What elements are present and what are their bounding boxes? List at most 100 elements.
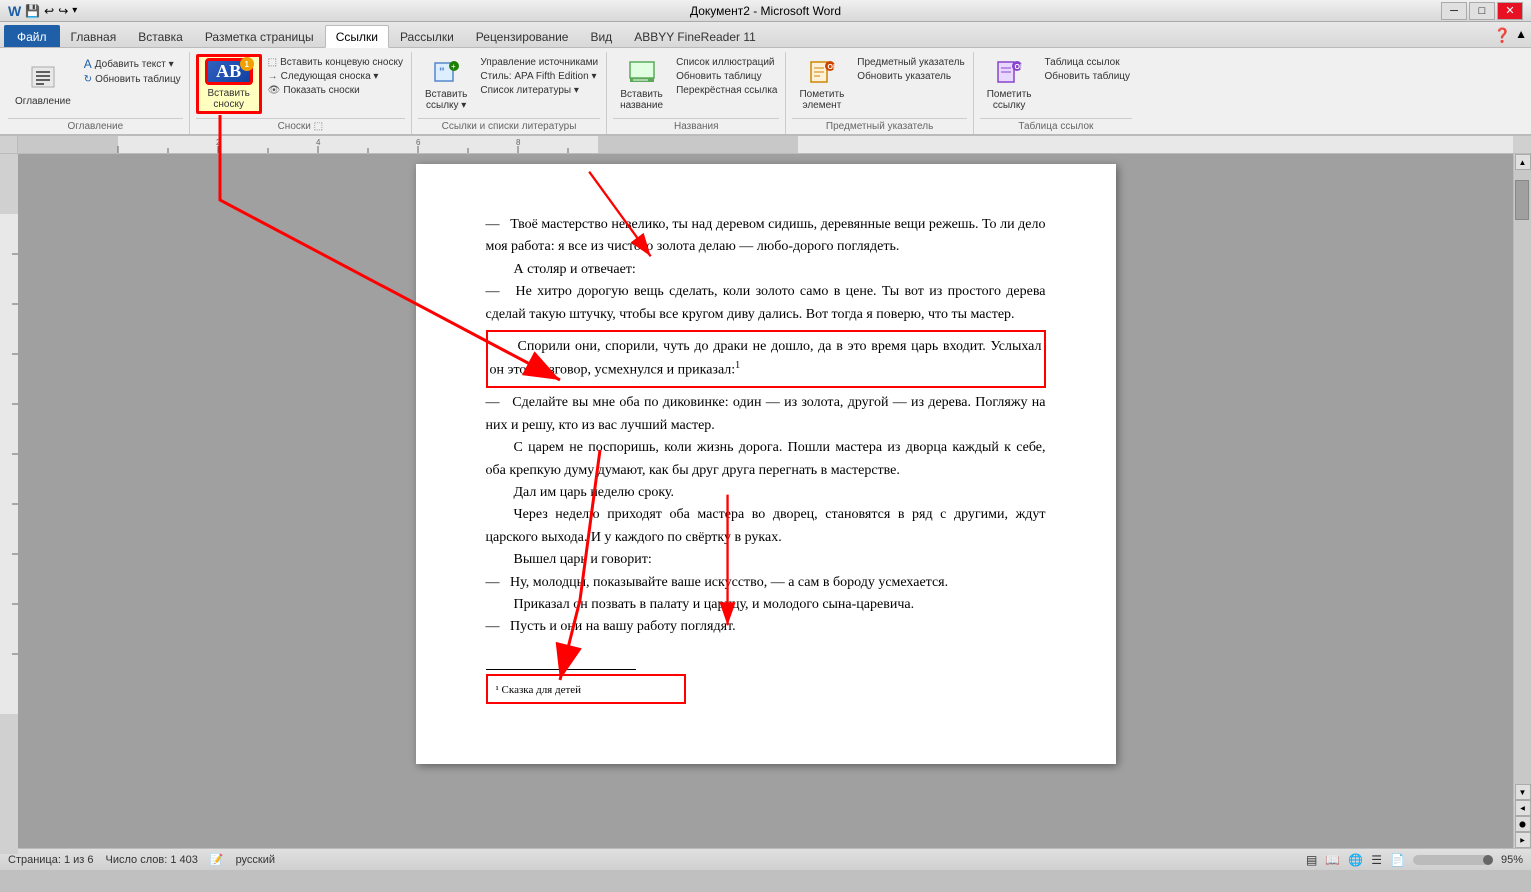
ribbon-group-index: OK Пометитьэлемент Предметный указатель … [788, 52, 973, 134]
qat-save[interactable]: 💾 [25, 4, 40, 18]
insert-citation-label: Вставитьссылку ▾ [425, 89, 467, 111]
paragraph-7: Дал им царь неделю сроку. [486, 482, 1046, 504]
minimize-ribbon-icon[interactable]: ▲ [1515, 27, 1527, 44]
update-index-button[interactable]: Обновить указатель [855, 70, 966, 83]
next-page-button[interactable]: ▶ [1515, 832, 1531, 848]
ruler: 2 4 6 8 [0, 136, 1531, 154]
insert-caption-button[interactable]: Вставитьназвание [613, 54, 670, 114]
mark-entry-button[interactable]: OK Пометитьэлемент [792, 54, 851, 114]
view-reading-icon[interactable]: 📖 [1325, 853, 1340, 867]
captions-group-label: Названия [613, 118, 779, 134]
language-info[interactable]: русский [236, 854, 275, 866]
page-info[interactable]: Страница: 1 из 6 [8, 854, 94, 866]
spell-check-icon[interactable]: 📝 [210, 853, 224, 866]
tab-insert[interactable]: Вставка [127, 25, 194, 47]
insert-footnote-label: Вставитьсноску [207, 88, 249, 110]
scrollbar-thumb[interactable] [1515, 180, 1529, 220]
manage-sources-button[interactable]: Управление источниками [478, 56, 600, 69]
view-outline-icon[interactable]: ☰ [1371, 853, 1382, 867]
update-figures-button[interactable]: Обновить таблицу [674, 70, 779, 83]
insert-citation-button[interactable]: " + Вставитьссылку ▾ [418, 54, 474, 114]
word-count[interactable]: Число слов: 1 403 [106, 854, 198, 866]
view-draft-icon[interactable]: 📄 [1390, 853, 1405, 867]
ribbon-group-captions-content: Вставитьназвание Список иллюстраций Обно… [613, 52, 779, 118]
zoom-slider[interactable] [1413, 855, 1493, 865]
citations-table-button[interactable]: Таблица ссылок [1043, 56, 1133, 69]
svg-text:": " [439, 65, 445, 79]
tab-abbyy[interactable]: ABBYY FineReader 11 [623, 25, 767, 47]
view-normal-icon[interactable]: ▤ [1306, 853, 1317, 867]
help-icon[interactable]: ❓ [1494, 27, 1511, 44]
zoom-thumb[interactable] [1483, 855, 1493, 865]
index-button[interactable]: Предметный указатель [855, 56, 966, 69]
maximize-button[interactable]: □ [1469, 2, 1495, 20]
svg-text:6: 6 [416, 138, 421, 147]
update-table-toc-button[interactable]: ↻ Обновить таблицу [82, 73, 183, 86]
tab-file[interactable]: Файл [4, 25, 60, 47]
scrollbar-track[interactable] [1514, 170, 1531, 784]
paragraph-8: Через неделю приходят оба мастера во дво… [486, 504, 1046, 549]
svg-text:8: 8 [516, 138, 521, 147]
add-text-button[interactable]: A Добавить текст ▾ [82, 56, 183, 72]
close-button[interactable]: ✕ [1497, 2, 1523, 20]
prev-page-button[interactable]: ◀ [1515, 800, 1531, 816]
title-bar-left: W 💾 ↩ ↪ ▾ [8, 3, 77, 19]
highlighted-paragraph: Спорили они, спорили, чуть до драки не д… [486, 330, 1046, 388]
ribbon-group-citations-table: OK Пометитьссылку Таблица ссылок Обновит… [976, 52, 1138, 134]
right-scrollbar: ▲ ▼ ◀ ⬤ ▶ [1513, 154, 1531, 848]
ribbon-body: Оглавление A Добавить текст ▾ ↻ Обновить… [0, 48, 1531, 136]
show-notes-button[interactable]: 👁 Показать сноски [266, 84, 405, 97]
footnote-box: ¹ Сказка для детей [486, 674, 686, 704]
svg-text:2: 2 [216, 138, 221, 147]
citations-group-label: Ссылки и списки литературы [418, 118, 600, 134]
qat-redo[interactable]: ↪ [58, 4, 68, 18]
zoom-level[interactable]: 95% [1501, 854, 1523, 866]
paragraph-5: — Сделайте вы мне оба по диковинке: один… [486, 392, 1046, 437]
mark-entry-icon: OK [806, 57, 838, 86]
add-text-icon: A [84, 57, 92, 71]
qat-undo[interactable]: ↩ [44, 4, 54, 18]
select-browse-button[interactable]: ⬤ [1515, 816, 1531, 832]
update-citations-table-button[interactable]: Обновить таблицу [1043, 70, 1133, 83]
footnote-separator [486, 669, 636, 670]
ruler-side-left [0, 136, 18, 153]
cross-reference-button[interactable]: Перекрёстная ссылка [674, 84, 779, 97]
next-footnote-button[interactable]: → Следующая сноска ▾ [266, 70, 405, 83]
scroll-down-button[interactable]: ▼ [1515, 784, 1531, 800]
ruler-main: 2 4 6 8 [18, 136, 1513, 153]
toc-button[interactable]: Оглавление [8, 54, 78, 114]
index-group-label: Предметный указатель [792, 118, 966, 134]
paragraph-11: Приказал он позвать в палату и царицу, и… [486, 594, 1046, 616]
qat-dropdown[interactable]: ▾ [72, 5, 77, 16]
left-ruler [0, 154, 18, 848]
style-dropdown-button[interactable]: Стиль: APA Fifth Edition ▾ [478, 70, 600, 83]
title-bar-controls: ─ □ ✕ [1441, 2, 1523, 20]
paragraph-10: — Ну, молодцы, показывайте ваше искусств… [486, 572, 1046, 594]
insert-caption-label: Вставитьназвание [620, 89, 663, 111]
tab-home[interactable]: Главная [60, 25, 128, 47]
ribbon-group-toc-content: Оглавление A Добавить текст ▾ ↻ Обновить… [8, 52, 183, 118]
scroll-up-button[interactable]: ▲ [1515, 154, 1531, 170]
mark-citation-button[interactable]: OK Пометитьссылку [980, 54, 1039, 114]
toc-icon [27, 61, 59, 93]
figure-list-button[interactable]: Список иллюстраций [674, 56, 779, 69]
tab-references[interactable]: Ссылки [325, 25, 389, 48]
tab-review[interactable]: Рецензирование [465, 25, 580, 47]
paragraph-6: С царем не поспоришь, коли жизнь дорога.… [486, 437, 1046, 482]
insert-footnote-button[interactable]: AB 1 Вставитьсноску [196, 54, 262, 114]
footnote-text: ¹ Сказка для детей [496, 684, 582, 696]
tab-layout[interactable]: Разметка страницы [194, 25, 325, 47]
status-bar: Страница: 1 из 6 Число слов: 1 403 📝 рус… [0, 848, 1531, 870]
paragraph-2: А столяр и отвечает: [486, 259, 1046, 281]
bibliography-button[interactable]: Список литературы ▾ [478, 84, 600, 97]
minimize-button[interactable]: ─ [1441, 2, 1467, 20]
endnote-icon: ⬚ [268, 57, 277, 68]
ruler-side-right [1513, 136, 1531, 153]
ribbon-group-citations-table-content: OK Пометитьссылку Таблица ссылок Обновит… [980, 52, 1132, 118]
view-web-icon[interactable]: 🌐 [1348, 853, 1363, 867]
svg-text:4: 4 [316, 138, 321, 147]
tab-view[interactable]: Вид [579, 25, 623, 47]
insert-endnote-button[interactable]: ⬚ Вставить концевую сноску [266, 56, 405, 69]
tab-mailings[interactable]: Рассылки [389, 25, 465, 47]
document-area: — Твоё мастерство невелико, ты над дерев… [18, 154, 1513, 848]
